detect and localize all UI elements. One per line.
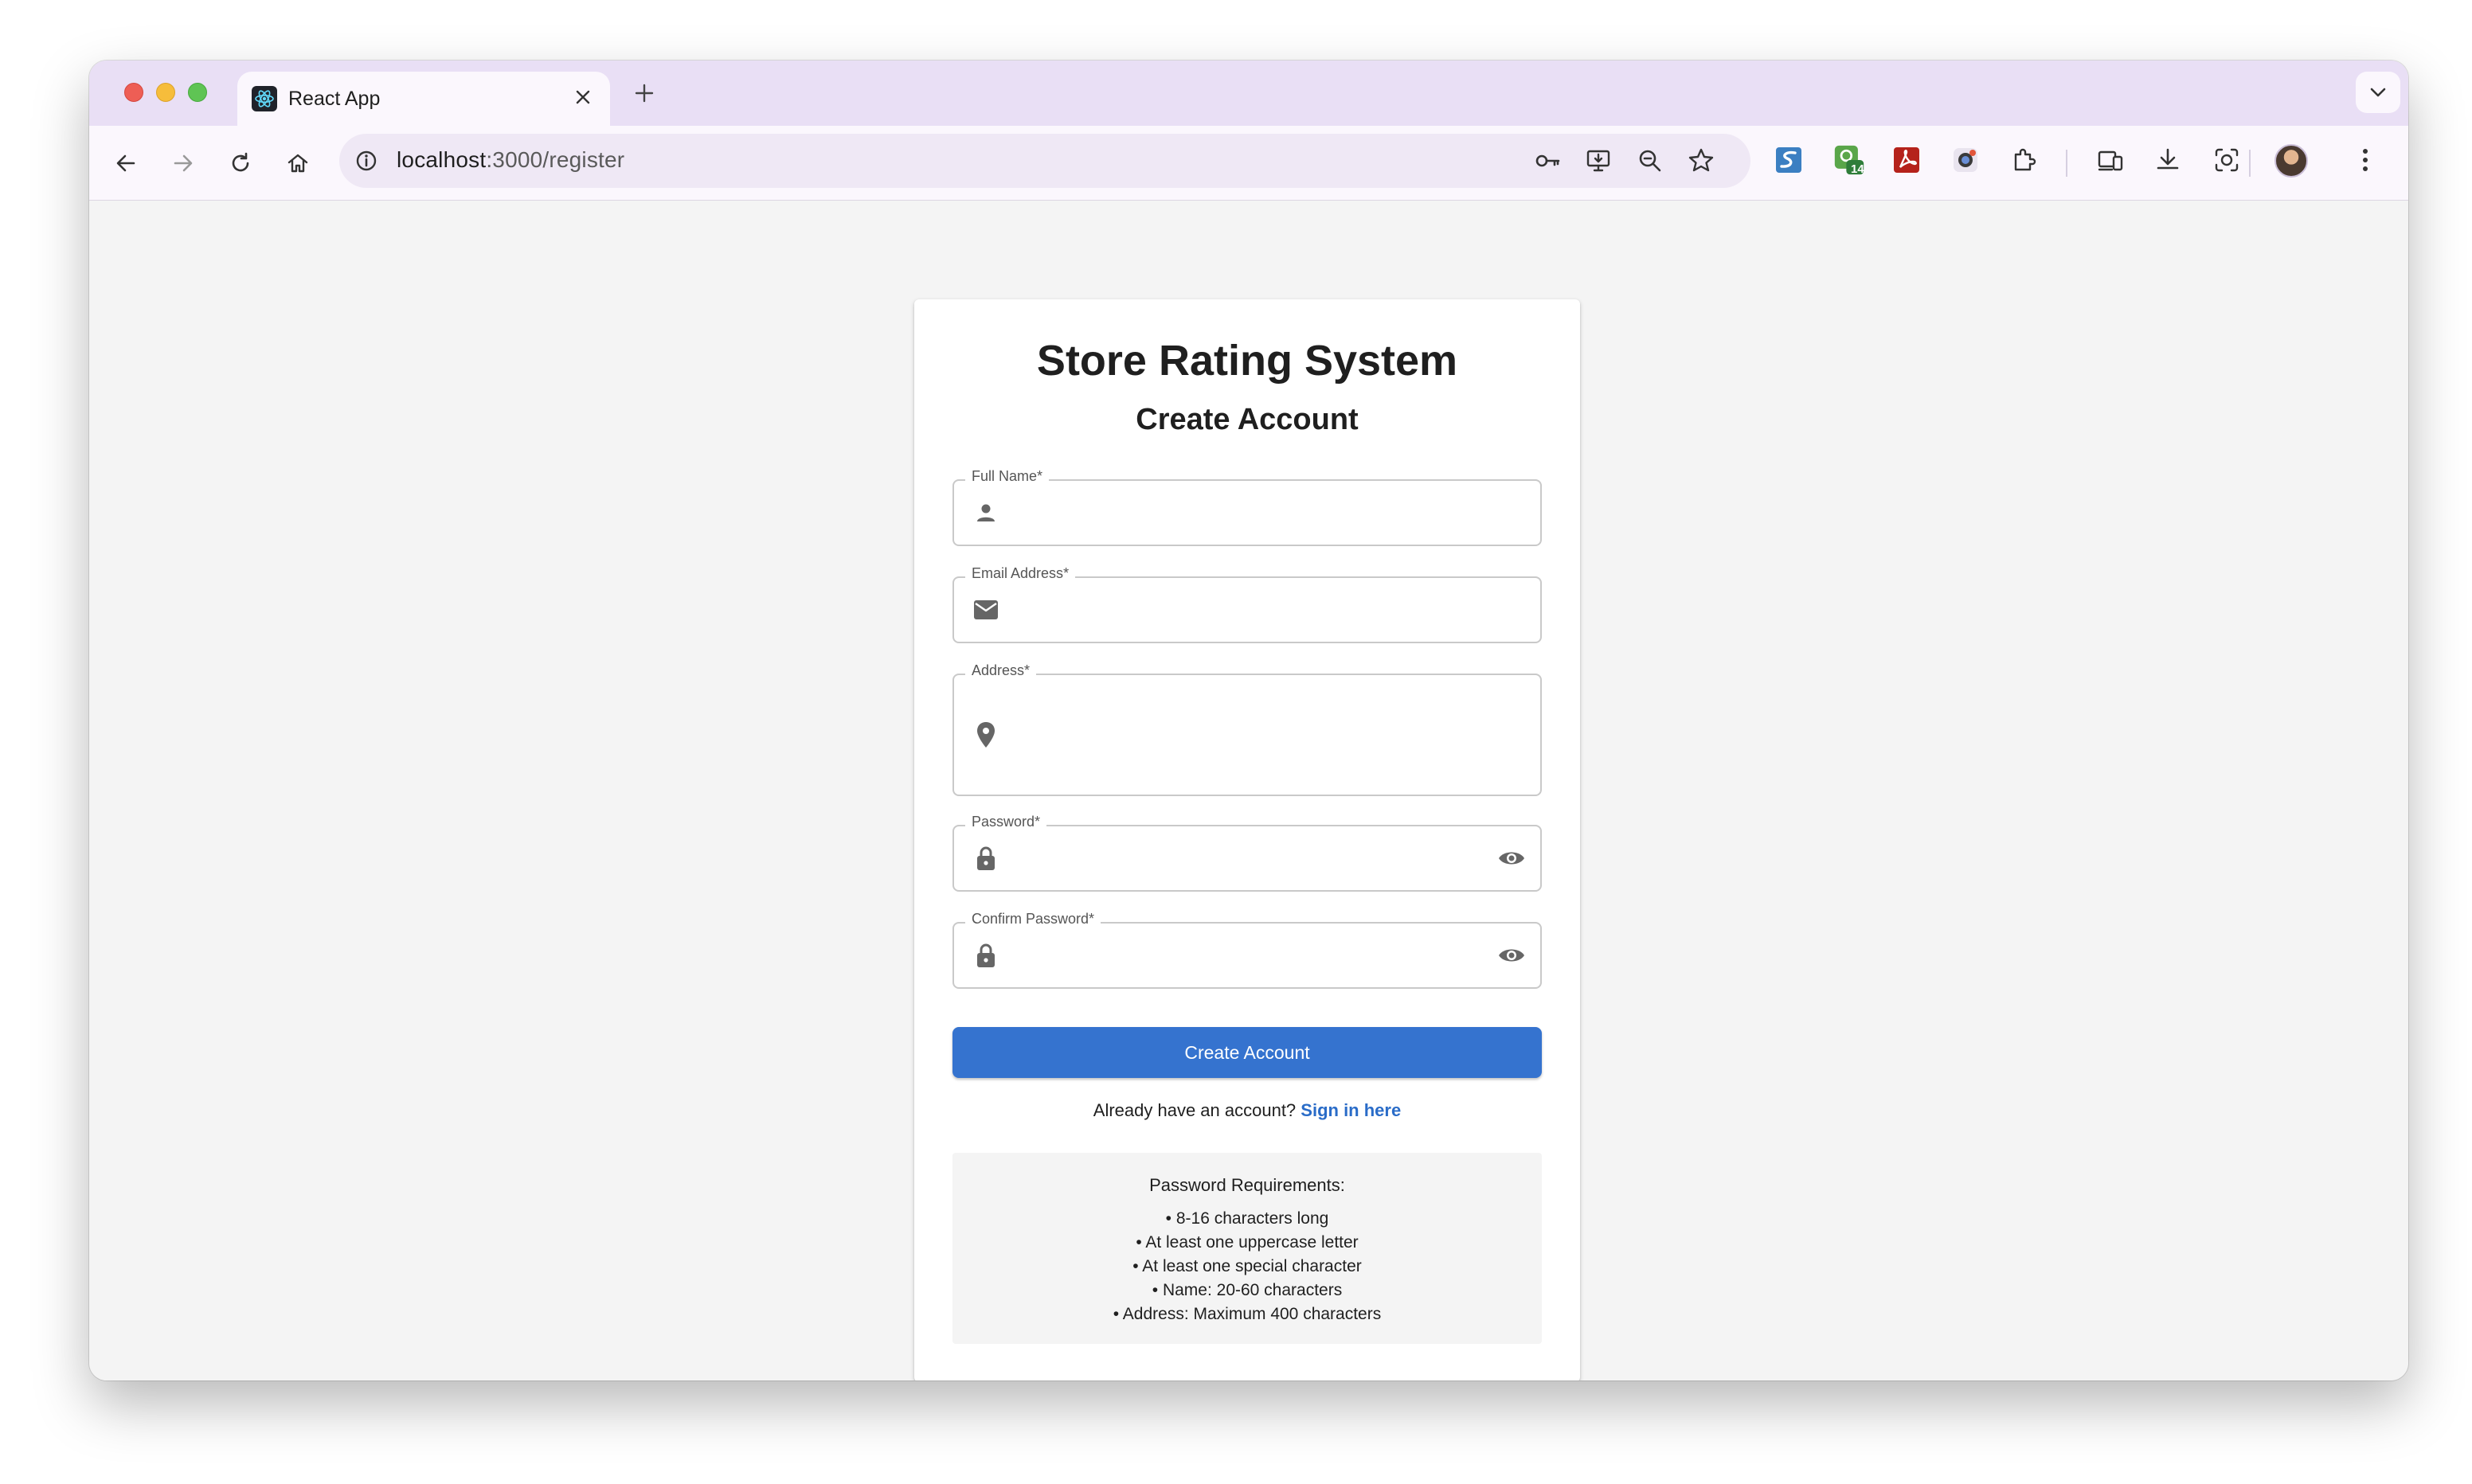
tab-close-icon[interactable] [569,83,597,111]
address-field[interactable]: Address* [952,662,1542,796]
requirement-item: • Address: Maximum 400 characters [1113,1305,1382,1323]
address-bar[interactable]: localhost:3000/register [339,134,1750,188]
create-account-button[interactable]: Create Account [952,1027,1542,1078]
extensions-puzzle-icon[interactable] [2008,144,2040,176]
full-name-input[interactable] [1015,481,1477,545]
browser-window: React App localhost:3000/register 14 Sto… [89,61,2408,1381]
confirm-password-field[interactable]: Confirm Password* [952,911,1542,989]
react-favicon-icon [252,86,277,111]
tab-strip: React App [89,61,2408,126]
extension-s-icon[interactable] [1773,144,1805,176]
full-name-field[interactable]: Full Name* [952,468,1542,546]
requirements-list: • 8-16 characters long • At least one up… [952,1207,1542,1326]
reload-icon [232,152,249,172]
new-tab-icon[interactable] [628,76,661,110]
email-input[interactable] [1015,578,1477,642]
toolbar-divider-3 [2249,150,2251,177]
location-pin-icon [970,719,1002,751]
password-requirements-box: Password Requirements: • 8-16 characters… [952,1153,1542,1344]
install-app-icon[interactable] [1583,145,1615,177]
register-card: Store Rating System Create Account Full … [914,299,1580,1381]
requirement-item: • At least one uppercase letter [1136,1233,1359,1252]
toolbar-divider [2066,150,2067,177]
sign-in-link[interactable]: Sign in here [1301,1100,1401,1120]
mail-icon [970,594,1002,626]
tab-title: React App [288,88,381,110]
page-viewport: Store Rating System Create Account Full … [89,201,2408,1381]
maximize-window-button[interactable] [188,83,207,102]
bookmark-star-icon[interactable] [1685,145,1717,177]
requirement-item: • Name: 20-60 characters [1152,1281,1343,1299]
address-input[interactable] [1015,675,1477,795]
url-host: localhost [397,147,487,172]
download-icon[interactable] [2152,144,2184,176]
forward-arrow-icon [174,154,193,172]
person-icon [970,497,1002,529]
lock-icon [970,842,1002,874]
password-input[interactable] [1015,826,1477,890]
tab-search-chevron-down-icon[interactable] [2356,72,2400,113]
requirement-item: • 8-16 characters long [1165,1209,1329,1228]
home-button[interactable] [280,146,315,181]
tab-react-app[interactable]: React App [237,72,610,126]
url-text[interactable]: localhost:3000/register [397,147,624,173]
forward-button[interactable] [166,146,201,181]
password-field[interactable]: Password* [952,814,1542,892]
browser-toolbar: localhost:3000/register 14 [89,126,2408,201]
pdf-extension-icon[interactable] [1891,144,1922,176]
form-title: Create Account [1136,403,1359,436]
page-title: Store Rating System [1036,337,1458,385]
toggle-password-visibility-eye-icon[interactable] [1494,841,1529,876]
lens-capture-icon[interactable] [2211,144,2243,176]
minimize-window-button[interactable] [156,83,175,102]
lock-icon [970,939,1002,971]
zoom-icon[interactable] [1634,145,1666,177]
password-key-icon[interactable] [1532,145,1564,177]
back-button[interactable] [108,146,143,181]
close-window-button[interactable] [124,83,143,102]
home-icon [287,154,308,173]
profile-avatar[interactable] [2274,144,2308,178]
screenshot-extension-icon[interactable] [1950,144,1981,176]
confirm-password-input[interactable] [1015,924,1477,987]
extension-badge-icon[interactable]: 14 [1833,144,1865,176]
site-info-icon[interactable] [350,145,382,177]
extension-badge-count: 14 [1851,162,1864,176]
url-path: :3000/register [486,147,625,172]
device-icon[interactable] [2095,144,2126,176]
toggle-confirm-password-visibility-eye-icon[interactable] [1494,938,1529,973]
requirements-title: Password Requirements: [1149,1175,1345,1195]
reload-button[interactable] [223,146,258,181]
back-arrow-icon [116,154,135,172]
signin-prompt: Already have an account? [1093,1100,1297,1120]
requirement-item: • At least one special character [1132,1257,1362,1275]
signin-row: Already have an account? Sign in here [914,1100,1580,1121]
email-field[interactable]: Email Address* [952,565,1542,643]
more-vertical-icon[interactable] [2349,144,2381,176]
